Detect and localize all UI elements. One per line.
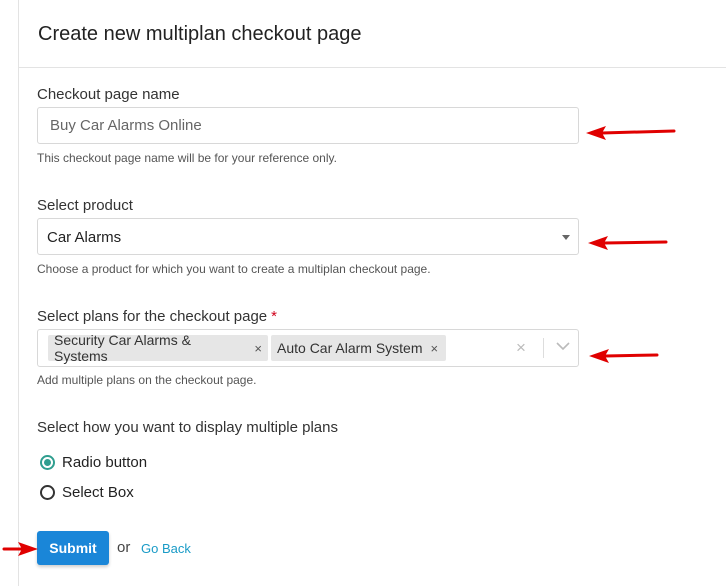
chevron-down-icon[interactable]	[555, 338, 571, 354]
plans-label: Select plans for the checkout page *	[37, 308, 277, 325]
radio-option-label: Radio button	[62, 454, 148, 471]
remove-tag-icon[interactable]: ×	[254, 341, 262, 356]
checkout-name-input[interactable]	[38, 108, 578, 143]
radio-option-select-box[interactable]: Select Box	[40, 484, 134, 501]
caret-down-icon	[562, 235, 570, 240]
red-arrow-icon	[586, 126, 676, 140]
checkout-name-help: This checkout page name will be for your…	[37, 151, 337, 165]
radio-checked-icon[interactable]	[40, 455, 55, 470]
checkout-name-label: Checkout page name	[37, 86, 180, 103]
red-arrow-icon	[589, 349, 659, 363]
submit-button[interactable]: Submit	[37, 531, 109, 565]
page-title: Create new multiplan checkout page	[38, 23, 362, 45]
plans-label-text: Select plans for the checkout page	[37, 308, 268, 325]
plan-tag-label: Security Car Alarms & Systems	[54, 332, 191, 364]
radio-unchecked-icon[interactable]	[40, 485, 55, 500]
display-label: Select how you want to display multiple …	[37, 419, 338, 436]
product-select[interactable]: Car Alarms	[37, 218, 579, 255]
radio-option-label: Select Box	[62, 484, 134, 501]
product-help: Choose a product for which you want to c…	[37, 262, 431, 276]
plan-tag: Security Car Alarms & Systems ×	[48, 332, 268, 364]
indicator-separator	[543, 338, 544, 358]
close-icon[interactable]: ×	[516, 338, 526, 358]
required-mark: *	[271, 308, 277, 325]
red-arrow-icon	[2, 542, 38, 556]
or-text: or	[117, 539, 131, 556]
radio-option-radio-button[interactable]: Radio button	[40, 454, 147, 471]
red-arrow-icon	[588, 236, 668, 250]
remove-tag-icon[interactable]: ×	[431, 341, 439, 356]
plans-help: Add multiple plans on the checkout page.	[37, 373, 257, 387]
card-header: Create new multiplan checkout page	[19, 0, 726, 68]
plan-tag-label: Auto Car Alarm System	[277, 340, 423, 356]
plans-multiselect[interactable]: Security Car Alarms & Systems × Auto Car…	[37, 329, 579, 367]
plan-tag: Auto Car Alarm System ×	[271, 335, 446, 361]
go-back-link[interactable]: Go Back	[141, 541, 191, 556]
product-selected-value: Car Alarms	[47, 229, 122, 246]
checkout-name-field[interactable]	[37, 107, 579, 144]
product-label: Select product	[37, 197, 133, 214]
